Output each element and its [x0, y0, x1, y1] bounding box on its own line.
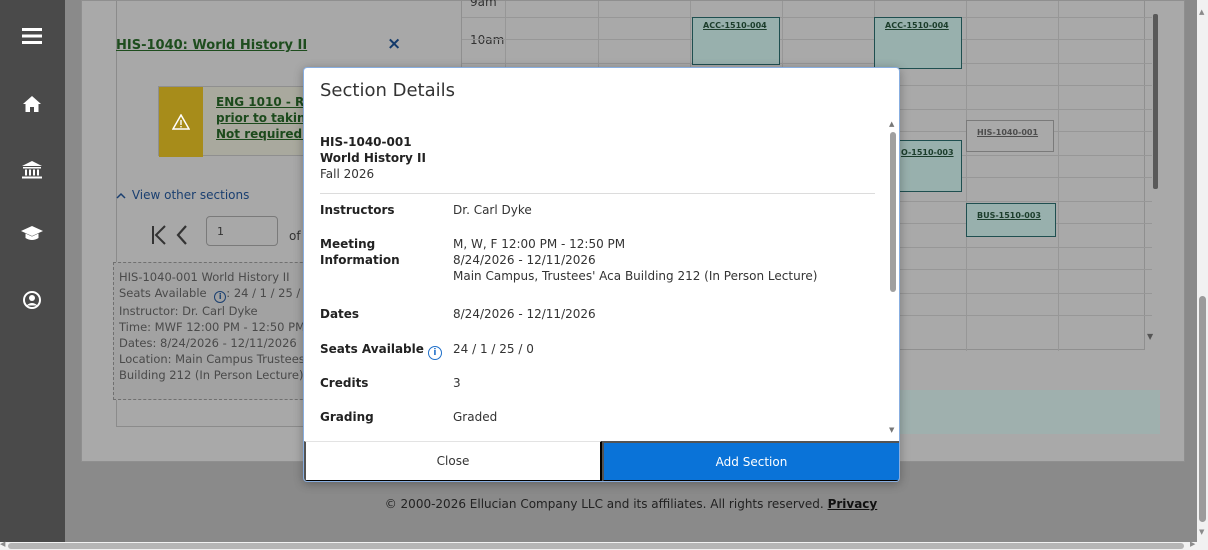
copyright-text: © 2000-2026 Ellucian Company LLC and its…	[384, 497, 824, 511]
page-vertical-scrollbar[interactable]: ▲ ▼	[1197, 0, 1208, 542]
calendar-event[interactable]: O-1510-003	[898, 140, 962, 192]
instructors-label: Instructors	[320, 203, 395, 217]
section-term: Fall 2026	[320, 167, 375, 181]
section-summary[interactable]: HIS-1040-001 World History II Seats Avai…	[113, 262, 328, 400]
scroll-up-icon[interactable]: ▲	[1199, 8, 1204, 16]
dates-value: 8/24/2026 - 12/11/2026	[453, 307, 596, 321]
chevron-up-icon	[116, 188, 128, 202]
summary-line: Location: Main Campus Trustees' Aca	[119, 352, 322, 366]
grading-value: Graded	[453, 410, 498, 424]
meeting-info-label: Meeting Information	[320, 237, 400, 267]
first-page-icon[interactable]	[151, 225, 167, 251]
remove-course-icon[interactable]: ×	[387, 34, 401, 54]
warning-icon	[159, 87, 203, 157]
calendar-event[interactable]: HIS-1040-001	[966, 120, 1054, 152]
calendar-event[interactable]: ACC-1510-004	[692, 17, 780, 65]
privacy-link[interactable]: Privacy	[828, 497, 878, 511]
summary-line: Instructor: Dr. Carl Dyke	[119, 304, 258, 318]
time-label: 10am	[470, 33, 505, 47]
scroll-down-icon[interactable]: ▼	[1147, 332, 1153, 341]
user-icon[interactable]	[18, 286, 46, 314]
seats-available-value: 24 / 1 / 25 / 0	[453, 342, 534, 356]
dialog-body[interactable]: HIS-1040-001 World History II Fall 2026 …	[304, 118, 899, 440]
footer: © 2000-2026 Ellucian Company LLC and its…	[65, 497, 1197, 511]
scroll-down-icon[interactable]: ▼	[889, 426, 894, 434]
scroll-down-icon[interactable]: ▼	[1199, 528, 1204, 536]
page-horizontal-scrollbar[interactable]: ◀ ▶	[0, 540, 1208, 550]
grid-line	[462, 63, 1152, 64]
view-other-sections-label: View other sections	[131, 188, 250, 202]
section-code: HIS-1040-001	[320, 135, 412, 149]
scrollbar-thumb[interactable]	[8, 543, 1184, 549]
meeting-info-value: M, W, F 12:00 PM - 12:50 PM 8/24/2026 - …	[453, 237, 818, 283]
summary-line: HIS-1040-001 World History II	[119, 270, 290, 284]
section-name: World History II	[320, 151, 426, 165]
grid-line	[462, 39, 1152, 40]
calendar-event[interactable]: ACC-1510-004	[874, 17, 962, 69]
calendar-scrollbar[interactable]	[1153, 14, 1158, 189]
grid-line	[462, 17, 1152, 18]
scroll-left-icon[interactable]: ◀	[0, 540, 5, 548]
view-other-sections-toggle[interactable]: View other sections	[116, 188, 249, 202]
seats-available-label: Seats Available i	[320, 341, 442, 360]
dates-label: Dates	[320, 307, 360, 321]
time-label: 9am	[470, 0, 497, 9]
grid-column	[1058, 1, 1059, 351]
divider	[320, 193, 875, 194]
scrollbar-thumb[interactable]	[890, 132, 896, 292]
scrollbar-thumb[interactable]	[1199, 296, 1206, 522]
scroll-up-icon[interactable]: ▲	[889, 120, 894, 128]
grid-column	[966, 1, 967, 351]
home-icon[interactable]	[18, 90, 46, 118]
credits-value: 3	[453, 376, 461, 390]
institution-icon[interactable]	[18, 156, 46, 184]
close-button[interactable]: Close	[304, 441, 602, 481]
pager-of-label: of	[289, 229, 301, 243]
summary-line: Building 212 (In Person Lecture)	[119, 368, 304, 382]
dialog-scrollbar[interactable]: ▲ ▼	[889, 120, 897, 436]
left-nav	[0, 0, 65, 542]
info-icon[interactable]: i	[427, 346, 442, 360]
scroll-right-icon[interactable]: ▶	[1190, 540, 1195, 548]
summary-line: Dates: 8/24/2026 - 12/11/2026	[119, 336, 297, 350]
summary-line: Time: MWF 12:00 PM - 12:50 PM	[119, 320, 306, 334]
page-number-input[interactable]: 1	[206, 216, 278, 246]
section-details-dialog: Section Details HIS-1040-001 World Histo…	[303, 67, 900, 482]
previous-page-icon[interactable]	[176, 223, 188, 251]
instructors-value: Dr. Carl Dyke	[453, 203, 532, 217]
course-title-link[interactable]: HIS-1040: World History II	[116, 38, 307, 53]
info-icon: i	[214, 291, 227, 303]
add-section-button[interactable]: Add Section	[602, 441, 899, 481]
dialog-title: Section Details	[320, 80, 455, 101]
grading-label: Grading	[320, 410, 374, 424]
graduation-cap-icon[interactable]	[18, 220, 46, 248]
summary-line: Seats Available i: 24 / 1 / 25 / 0	[119, 286, 312, 303]
calendar-event[interactable]: BUS-1510-003	[966, 203, 1056, 237]
credits-label: Credits	[320, 376, 369, 390]
menu-icon[interactable]	[18, 22, 46, 50]
